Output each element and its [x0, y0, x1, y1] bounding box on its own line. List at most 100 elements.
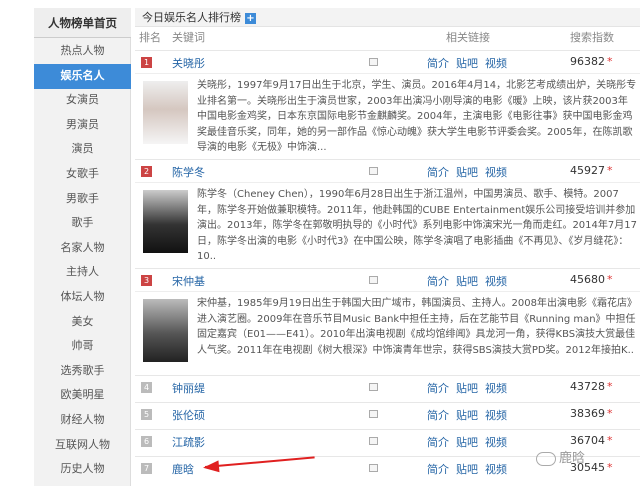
table-row: 4 钟丽缇 简介 贴吧 视频 43728 * — [135, 375, 640, 402]
intro-link[interactable]: 简介 — [427, 382, 449, 395]
star-icon: * — [607, 434, 613, 447]
related-links: 简介 贴吧 视频 — [427, 407, 514, 423]
trend-icon[interactable] — [369, 276, 378, 284]
video-link[interactable]: 视频 — [485, 436, 507, 449]
intro-link[interactable]: 简介 — [427, 409, 449, 422]
person-name-link[interactable]: 陈学冬 — [172, 164, 205, 180]
related-links: 简介 贴吧 视频 — [427, 434, 514, 450]
tieba-link[interactable]: 贴吧 — [456, 436, 478, 449]
ranking-panel: 今日娱乐名人排行榜 + 排名 关键词 相关链接 搜索指数 1 关晓彤 简介 贴吧 视频… — [135, 8, 640, 486]
video-link[interactable]: 视频 — [485, 275, 507, 288]
red-arrowhead — [202, 460, 220, 474]
trend-icon[interactable] — [369, 464, 378, 472]
sidebar-item-notable[interactable]: 名家人物 — [34, 236, 131, 261]
related-links: 简介 贴吧 视频 — [427, 461, 514, 477]
person-description: 宋仲基，1985年9月19日出生于韩国大田广域市，韩国演员、主持人。2008年出… — [197, 298, 637, 356]
person-detail: 陈学冬（Cheney Chen），1990年6月28日出生于浙江温州，中国男演员… — [135, 182, 640, 272]
rank-badge: 5 — [141, 409, 152, 420]
sidebar-header[interactable]: 人物榜单首页 — [34, 8, 131, 38]
rank-badge: 7 — [141, 463, 152, 474]
video-link[interactable]: 视频 — [485, 382, 507, 395]
sidebar-item-western[interactable]: 欧美明星 — [34, 383, 131, 408]
rank-badge: 6 — [141, 436, 152, 447]
person-name-link[interactable]: 钟丽缇 — [172, 380, 205, 396]
person-photo[interactable] — [143, 190, 188, 253]
related-links: 简介 贴吧 视频 — [427, 273, 514, 289]
search-index: 36704 * — [570, 434, 613, 447]
star-icon: * — [607, 380, 613, 393]
watermark: 鹿晗 — [536, 447, 585, 466]
video-link[interactable]: 视频 — [485, 166, 507, 179]
sidebar-item-talent-show[interactable]: 选秀歌手 — [34, 359, 131, 384]
sidebar: 人物榜单首页 热点人物 娱乐名人 女演员 男演员 演员 女歌手 男歌手 歌手 名… — [34, 8, 131, 486]
video-link[interactable]: 视频 — [485, 409, 507, 422]
trend-icon[interactable] — [369, 167, 378, 175]
ranking-title-bar: 今日娱乐名人排行榜 + — [135, 8, 640, 27]
related-links: 简介 贴吧 视频 — [427, 380, 514, 396]
rank-badge: 1 — [141, 57, 152, 68]
sidebar-item-internet[interactable]: 互联网人物 — [34, 433, 131, 458]
rank-badge: 4 — [141, 382, 152, 393]
plus-icon[interactable]: + — [245, 12, 256, 24]
star-icon: * — [607, 55, 613, 68]
header-keyword: 关键词 — [172, 31, 205, 44]
sidebar-item-finance[interactable]: 财经人物 — [34, 408, 131, 433]
intro-link[interactable]: 简介 — [427, 463, 449, 476]
star-icon: * — [607, 461, 613, 474]
tieba-link[interactable]: 贴吧 — [456, 463, 478, 476]
sidebar-item-actress[interactable]: 女演员 — [34, 88, 131, 113]
star-icon: * — [607, 273, 613, 286]
tieba-link[interactable]: 贴吧 — [456, 166, 478, 179]
person-photo[interactable] — [143, 299, 188, 362]
sidebar-item-entertainment[interactable]: 娱乐名人 — [34, 64, 131, 89]
person-description: 陈学冬（Cheney Chen），1990年6月28日出生于浙江温州，中国男演员… — [197, 189, 637, 262]
person-name-link[interactable]: 关晓彤 — [172, 55, 205, 71]
trend-icon[interactable] — [369, 383, 378, 391]
sidebar-item-performer[interactable]: 演员 — [34, 137, 131, 162]
header-links: 相关链接 — [446, 31, 490, 44]
sidebar-item-female-singer[interactable]: 女歌手 — [34, 162, 131, 187]
person-description: 关晓彤，1997年9月17日出生于北京，学生、演员。2016年4月14，北影艺考… — [197, 80, 637, 153]
tieba-link[interactable]: 贴吧 — [456, 57, 478, 70]
sidebar-item-singer[interactable]: 歌手 — [34, 211, 131, 236]
sidebar-item-handsome[interactable]: 帅哥 — [34, 334, 131, 359]
sidebar-item-host[interactable]: 主持人 — [34, 260, 131, 285]
person-detail: 宋仲基，1985年9月19日出生于韩国大田广域市，韩国演员、主持人。2008年出… — [135, 291, 640, 376]
intro-link[interactable]: 简介 — [427, 275, 449, 288]
search-index: 45927 * — [570, 164, 613, 177]
header-search-index: 搜索指数 — [570, 31, 614, 44]
intro-link[interactable]: 简介 — [427, 57, 449, 70]
person-name-link[interactable]: 鹿晗 — [172, 461, 194, 477]
sidebar-item-male-singer[interactable]: 男歌手 — [34, 187, 131, 212]
rank-badge: 3 — [141, 275, 152, 286]
sidebar-item-hot[interactable]: 热点人物 — [34, 39, 131, 64]
person-name-link[interactable]: 张伦硕 — [172, 407, 205, 423]
trend-icon[interactable] — [369, 58, 378, 66]
search-index: 96382 * — [570, 55, 613, 68]
trend-icon[interactable] — [369, 437, 378, 445]
person-name-link[interactable]: 宋仲基 — [172, 273, 205, 289]
person-photo[interactable] — [143, 81, 188, 144]
related-links: 简介 贴吧 视频 — [427, 55, 514, 71]
video-link[interactable]: 视频 — [485, 57, 507, 70]
tieba-link[interactable]: 贴吧 — [456, 275, 478, 288]
trend-icon[interactable] — [369, 410, 378, 418]
header-rank: 排名 — [139, 31, 161, 44]
intro-link[interactable]: 简介 — [427, 436, 449, 449]
sidebar-item-actor[interactable]: 男演员 — [34, 113, 131, 138]
sidebar-item-beauty[interactable]: 美女 — [34, 310, 131, 335]
search-index: 38369 * — [570, 407, 613, 420]
tieba-link[interactable]: 贴吧 — [456, 382, 478, 395]
video-link[interactable]: 视频 — [485, 463, 507, 476]
table-row: 1 关晓彤 简介 贴吧 视频 96382 * — [135, 50, 640, 72]
star-icon: * — [607, 164, 613, 177]
rank-badge: 2 — [141, 166, 152, 177]
tieba-link[interactable]: 贴吧 — [456, 409, 478, 422]
sidebar-item-sports[interactable]: 体坛人物 — [34, 285, 131, 310]
person-name-link[interactable]: 江疏影 — [172, 434, 205, 450]
star-icon: * — [607, 407, 613, 420]
sidebar-item-history[interactable]: 历史人物 — [34, 457, 131, 482]
table-row: 5 张伦硕 简介 贴吧 视频 38369 * — [135, 402, 640, 429]
table-row: 3 宋仲基 简介 贴吧 视频 45680 * — [135, 268, 640, 290]
intro-link[interactable]: 简介 — [427, 166, 449, 179]
